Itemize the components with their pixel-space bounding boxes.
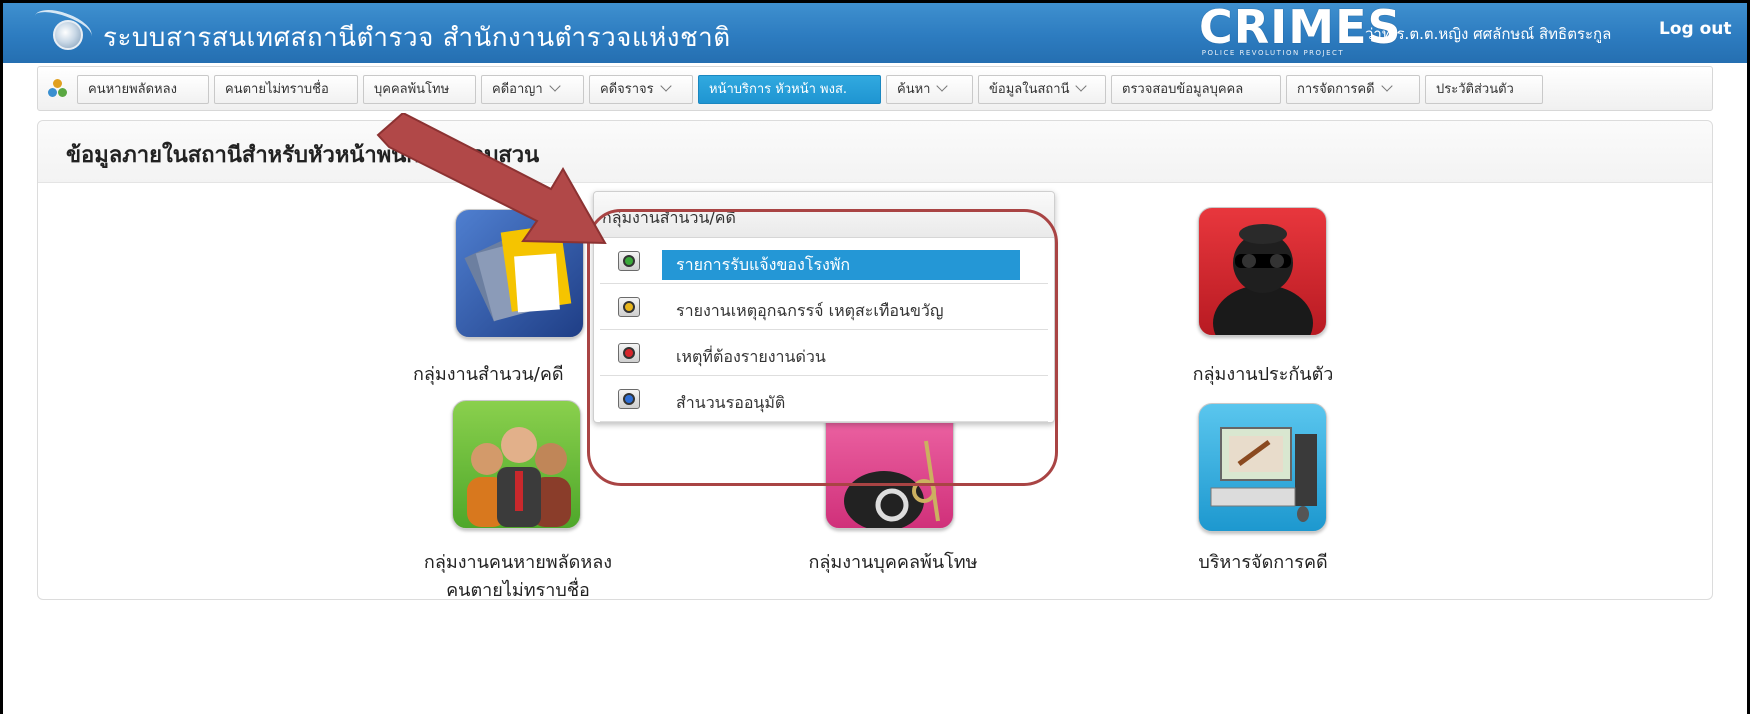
masked-man-icon (1213, 224, 1313, 335)
police-logo-icon (53, 20, 83, 50)
chevron-down-icon (1380, 80, 1393, 92)
menu-label: คนหายพลัดหลง (88, 82, 177, 97)
menu-label: คดีอาญา (492, 82, 543, 97)
tile-label-missing-persons[interactable]: กลุ่มงานคนหายพลัดหลง คนตายไม่ทราบชื่อ (373, 549, 663, 605)
menu-released-persons[interactable]: บุคคลพ้นโทษ (363, 75, 476, 104)
crimes-logo-text: CRIMES (1199, 3, 1402, 54)
menu-label: คนตายไม่ทราบชื่อ (225, 82, 329, 97)
popup-item-label: รายการรับแจ้งของโรงพัก (662, 250, 1020, 280)
popup-item-station-reports[interactable]: รายการรับแจ้งของโรงพัก (600, 238, 1048, 284)
menu-label: ตรวจสอบข้อมูลบุคคล (1122, 82, 1244, 97)
menu-missing-persons[interactable]: คนหายพลัดหลง (77, 75, 209, 104)
crimes-logo: CRIMES POLICE REVOLUTION PROJECT (1199, 3, 1402, 57)
chevron-down-icon (936, 80, 949, 92)
app-header: ระบบสารสนเทศสถานีตำรวจ สำนักงานตำรวจแห่ง… (3, 3, 1747, 63)
people-group-icon (467, 427, 571, 527)
computer-court-icon (1210, 427, 1317, 522)
menu-label: ค้นหา (897, 82, 931, 97)
popup-item-label: รายงานเหตุอุกฉกรรจ์ เหตุสะเทือนขวัญ (676, 301, 944, 320)
popup-item-pending-approval[interactable]: สำนวนรออนุมัติ (600, 376, 1048, 422)
menu-unidentified-dead[interactable]: คนตายไม่ทราบชื่อ (214, 75, 358, 104)
popup-title: กลุ่มงานสำนวน/คดี (602, 208, 736, 227)
popup-item-urgent-reports[interactable]: เหตุที่ต้องรายงานด่วน (600, 330, 1048, 376)
app-title: ระบบสารสนเทศสถานีตำรวจ สำนักงานตำรวจแห่ง… (103, 23, 731, 53)
main-menu: คนหายพลัดหลง คนตายไม่ทราบชื่อ บุคคลพ้นโท… (37, 66, 1713, 111)
popup-item-label: เหตุที่ต้องรายงานด่วน (676, 347, 826, 366)
tile-case-admin[interactable] (1198, 403, 1327, 532)
browser-frame: ระบบสารสนเทศสถานีตำรวจ สำนักงานตำรวจแห่ง… (0, 0, 1750, 714)
chevron-down-icon (548, 80, 561, 92)
tile-case-files[interactable] (455, 209, 584, 338)
popup-header: กลุ่มงานสำนวน/คดี (594, 192, 1054, 238)
menu-case-management[interactable]: การจัดการคดี (1286, 75, 1420, 104)
menu-profile[interactable]: ประวัติส่วนตัว (1425, 75, 1543, 104)
menu-label: ข้อมูลในสถานี (989, 82, 1070, 97)
menu-label: การจัดการคดี (1297, 82, 1375, 97)
yellow-dot-icon (618, 297, 640, 317)
menu-label: บุคคลพ้นโทษ (374, 82, 450, 97)
popup-item-serious-crimes[interactable]: รายงานเหตุอุกฉกรรจ์ เหตุสะเทือนขวัญ (600, 284, 1048, 330)
menu-label: หน้าบริการ หัวหน้า พงส. (709, 82, 848, 97)
menu-traffic-cases[interactable]: คดีจราจร (589, 75, 693, 104)
blue-dot-icon (618, 389, 640, 409)
tile-label-bail[interactable]: กลุ่มงานประกันตัว (1163, 361, 1363, 389)
tile-label-line2: คนตายไม่ทราบชื่อ (446, 580, 590, 601)
case-group-popup-menu: กลุ่มงานสำนวน/คดี รายการรับแจ้งของโรงพัก… (593, 191, 1055, 423)
menu-label: คดีจราจร (600, 82, 654, 97)
chevron-down-icon (1075, 80, 1088, 92)
tile-label-case-admin[interactable]: บริหารจัดการคดี (1163, 549, 1363, 577)
page-title: ข้อมูลภายในสถานีสำหรับหัวหน้าพนักงานสอบส… (66, 143, 540, 168)
menu-chief-investigator-service[interactable]: หน้าบริการ หัวหน้า พงส. (698, 75, 881, 104)
menu-check-person-data[interactable]: ตรวจสอบข้อมูลบุคคล (1111, 75, 1281, 104)
tile-label-line1: กลุ่มงานคนหายพลัดหลง (423, 552, 613, 573)
crimes-logo-subtitle: POLICE REVOLUTION PROJECT (1201, 49, 1345, 57)
popup-item-label: สำนวนรออนุมัติ (676, 393, 786, 412)
chevron-down-icon (659, 80, 672, 92)
case-files-icon (464, 224, 572, 322)
tile-bail[interactable] (1198, 207, 1327, 336)
menu-search[interactable]: ค้นหา (886, 75, 973, 104)
menu-home-icon[interactable] (48, 79, 68, 99)
red-dot-icon (618, 343, 640, 363)
menu-station-data[interactable]: ข้อมูลในสถานี (978, 75, 1106, 104)
tile-missing-persons[interactable] (452, 400, 581, 529)
menu-criminal-cases[interactable]: คดีอาญา (481, 75, 584, 104)
menu-label: ประวัติส่วนตัว (1436, 82, 1514, 97)
logout-link[interactable]: Log out (1659, 19, 1732, 39)
user-name: ว่าที่ ร.ต.ต.หญิง ศศลักษณ์ สิทธิตระกูล (1365, 25, 1612, 43)
green-dot-icon (618, 251, 640, 271)
tile-label-released-persons[interactable]: กลุ่มงานบุคคลพ้นโทษ (773, 549, 1013, 577)
panel-header: ข้อมูลภายในสถานีสำหรับหัวหน้าพนักงานสอบส… (38, 121, 1712, 183)
